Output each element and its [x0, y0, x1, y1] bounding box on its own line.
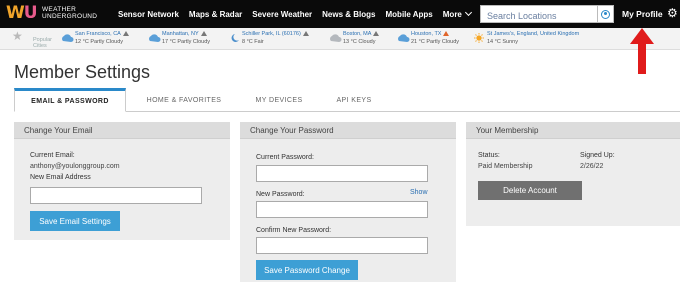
panel-heading: Change Your Password — [240, 122, 456, 139]
city-name: Manhattan, NY — [162, 31, 207, 37]
nav-news-blogs[interactable]: News & Blogs — [322, 10, 375, 19]
current-email-value: anthony@youlonggroup.com — [30, 163, 120, 170]
partly-cloudy-night-icon — [149, 34, 161, 42]
signed-up-label: Signed Up: — [580, 152, 615, 159]
pws-triangle-icon — [200, 31, 207, 37]
pws-triangle-icon — [443, 31, 450, 37]
tab-email-password[interactable]: EMAIL & PASSWORD — [14, 88, 126, 112]
show-password-link[interactable]: Show — [410, 189, 428, 196]
nav-severe-weather[interactable]: Severe Weather — [252, 10, 312, 19]
city-name: Boston, MA — [343, 31, 380, 37]
nav-sensor-network[interactable]: Sensor Network — [118, 10, 179, 19]
popular-cities-label: Popular Cities — [33, 37, 52, 49]
city-name-text: San Francisco, CA — [75, 31, 121, 37]
sunny-icon — [474, 33, 484, 43]
nav-maps-radar[interactable]: Maps & Radar — [189, 10, 242, 19]
panel-heading: Change Your Email — [14, 122, 230, 139]
partly-cloudy-night-icon — [398, 34, 410, 42]
city-condition: 14 °C Sunny — [487, 39, 518, 45]
cloudy-icon — [330, 34, 342, 42]
city-condition: 13 °C Cloudy — [343, 39, 376, 45]
save-email-settings-button[interactable]: Save Email Settings — [30, 211, 120, 231]
search-input[interactable] — [481, 8, 597, 24]
city-condition: 17 °C Partly Cloudy — [162, 39, 211, 45]
nav-mobile-apps[interactable]: Mobile Apps — [386, 10, 433, 19]
pws-triangle-icon — [302, 31, 309, 37]
status-label: Status: — [478, 152, 500, 159]
confirm-password-input[interactable] — [256, 237, 428, 254]
city-name: Schiller Park, IL (60176) — [242, 31, 309, 37]
city-name: Houston, TX — [411, 31, 450, 37]
city-name-text: Houston, TX — [411, 31, 442, 37]
nav-more-label: More — [442, 9, 462, 19]
red-arrow-annotation — [630, 28, 654, 74]
pws-triangle-icon — [373, 31, 380, 37]
tab-home-favorites[interactable]: HOME & FAVORITES — [134, 88, 234, 112]
partly-cloudy-night-icon — [62, 34, 74, 42]
change-password-panel: Change Your Password Current Password: N… — [240, 122, 456, 282]
current-password-label: Current Password: — [256, 154, 314, 161]
city-name: San Francisco, CA — [75, 31, 129, 37]
my-profile-link[interactable]: My Profile — [622, 9, 663, 19]
page-title: Member Settings — [14, 62, 151, 82]
logo-line-1: Weather — [42, 6, 77, 13]
star-icon[interactable]: ★ — [12, 29, 23, 43]
tab-api-keys[interactable]: API KEYS — [324, 88, 384, 112]
gear-icon[interactable]: ⚙ — [667, 7, 679, 19]
locate-button[interactable] — [598, 5, 614, 23]
locate-icon — [601, 9, 610, 19]
delete-account-button[interactable]: Delete Account — [478, 181, 582, 200]
confirm-password-label: Confirm New Password: — [256, 227, 332, 234]
signed-up-value: 2/26/22 — [580, 163, 604, 170]
top-nav: WU Weather Underground Sensor Network Ma… — [0, 0, 680, 28]
chevron-down-icon — [464, 8, 472, 16]
city-name-text: Schiller Park, IL (60176) — [242, 31, 301, 37]
clear-night-icon — [231, 34, 239, 42]
current-password-input[interactable] — [256, 165, 428, 182]
change-email-panel: Change Your Email Current Email: anthony… — [14, 122, 230, 240]
tab-my-devices[interactable]: MY DEVICES — [244, 88, 314, 112]
current-email-label: Current Email: — [30, 152, 75, 159]
city-name-text: Boston, MA — [343, 31, 372, 37]
logo-text: Weather Underground — [42, 6, 97, 20]
city-condition: 12 °C Partly Cloudy — [75, 39, 124, 45]
membership-panel: Your Membership Status: Paid Membership … — [466, 122, 680, 226]
city-condition: 8 °C Fair — [242, 39, 264, 45]
city-condition: 21 °C Partly Cloudy — [411, 39, 460, 45]
new-email-input[interactable] — [30, 187, 202, 204]
city-name: St James's, England, United Kingdom — [487, 31, 580, 37]
new-email-label: New Email Address — [30, 174, 91, 181]
search-box — [480, 5, 598, 24]
weather-underground-logo[interactable]: WU Weather Underground — [6, 3, 106, 25]
new-password-label: New Password: — [256, 191, 305, 198]
new-password-input[interactable] — [256, 201, 428, 218]
pws-triangle-icon — [122, 31, 129, 37]
nav-menu: Sensor Network Maps & Radar Severe Weath… — [118, 0, 472, 28]
city-name-text: Manhattan, NY — [162, 31, 199, 37]
status-value: Paid Membership — [478, 163, 533, 170]
wu-logo-mark: WU — [6, 3, 38, 23]
nav-more[interactable]: More — [442, 8, 472, 19]
popular-cities-bar: ★ Popular Cities San Francisco, CA 12 °C… — [0, 28, 680, 50]
save-password-change-button[interactable]: Save Password Change — [256, 260, 358, 280]
panel-heading: Your Membership — [466, 122, 680, 139]
settings-tabs: EMAIL & PASSWORD HOME & FAVORITES MY DEV… — [14, 88, 680, 112]
logo-line-2: Underground — [42, 13, 98, 20]
